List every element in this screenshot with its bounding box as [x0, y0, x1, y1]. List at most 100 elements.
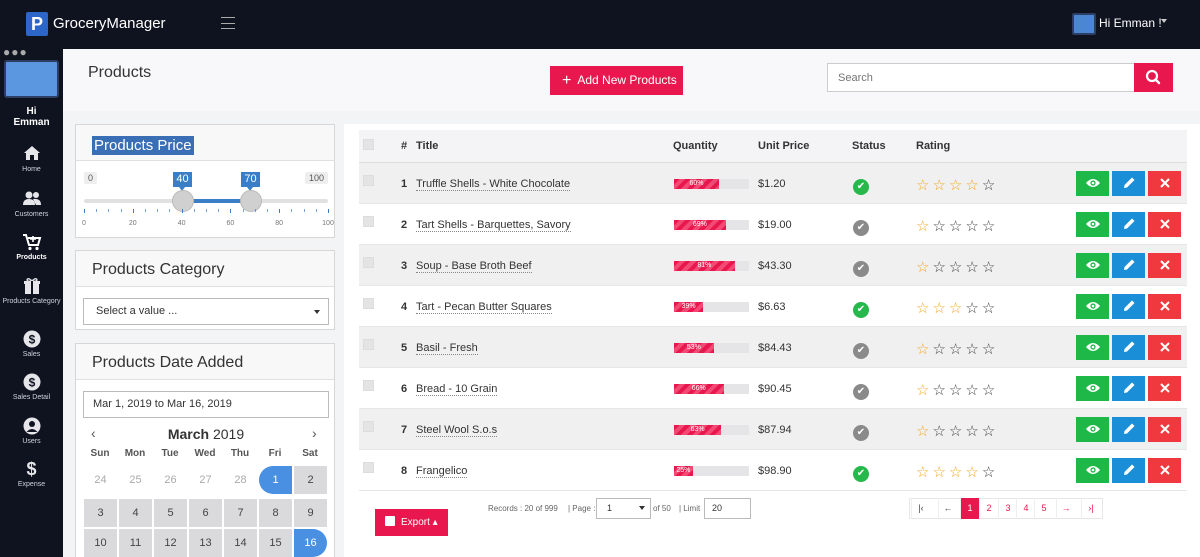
delete-button[interactable] [1148, 252, 1181, 278]
logo-icon[interactable]: P [26, 12, 48, 36]
view-button[interactable] [1076, 170, 1109, 196]
col-header-rating[interactable]: Rating [916, 140, 950, 152]
calendar-day[interactable]: 25 [119, 466, 152, 494]
star-icon[interactable]: ☆ [982, 218, 998, 235]
add-new-products-button[interactable]: + Add New Products [550, 66, 683, 95]
star-icon[interactable]: ☆ [982, 464, 998, 481]
edit-button[interactable] [1112, 293, 1145, 319]
star-icon[interactable]: ☆ [949, 259, 965, 276]
star-icon[interactable]: ☆ [932, 423, 948, 440]
edit-button[interactable] [1112, 457, 1145, 483]
price-slider-track[interactable] [84, 199, 328, 203]
row-title[interactable]: Frangelico [416, 465, 468, 478]
calendar-day[interactable]: 12 [154, 529, 187, 557]
star-icon[interactable]: ☆ [916, 464, 932, 481]
star-icon[interactable]: ☆ [932, 464, 948, 481]
star-icon[interactable]: ☆ [949, 300, 965, 317]
calendar-day[interactable]: 26 [154, 466, 187, 494]
page-button-5[interactable]: 5 [1034, 498, 1053, 519]
calendar-day[interactable]: 1 [259, 466, 292, 494]
row-title[interactable]: Basil - Fresh [416, 342, 478, 355]
delete-button[interactable] [1148, 416, 1181, 442]
view-button[interactable] [1076, 252, 1109, 278]
star-icon[interactable]: ☆ [982, 341, 998, 358]
next-page-button[interactable]: → [1056, 498, 1075, 519]
delete-button[interactable] [1148, 170, 1181, 196]
star-icon[interactable]: ☆ [982, 259, 998, 276]
limit-input[interactable]: 20 [704, 498, 751, 519]
star-icon[interactable]: ☆ [965, 218, 981, 235]
star-icon[interactable]: ☆ [916, 382, 932, 399]
view-button[interactable] [1076, 457, 1109, 483]
edit-button[interactable] [1112, 252, 1145, 278]
sidebar-item-customers[interactable]: Customers [0, 190, 63, 219]
col-header-title[interactable]: Title [416, 140, 438, 152]
page-button-4[interactable]: 4 [1016, 498, 1035, 519]
star-icon[interactable]: ☆ [982, 300, 998, 317]
star-icon[interactable]: ☆ [982, 423, 998, 440]
calendar-day[interactable]: 24 [84, 466, 117, 494]
star-icon[interactable]: ☆ [982, 382, 998, 399]
row-title[interactable]: Truffle Shells - White Chocolate [416, 178, 571, 191]
calendar-day[interactable]: 3 [84, 499, 117, 527]
edit-button[interactable] [1112, 334, 1145, 360]
delete-button[interactable] [1148, 457, 1181, 483]
star-icon[interactable]: ☆ [916, 218, 932, 235]
star-icon[interactable]: ☆ [949, 382, 965, 399]
row-checkbox[interactable] [363, 297, 374, 309]
star-icon[interactable]: ☆ [965, 341, 981, 358]
sidebar-item-sales[interactable]: $ Sales [0, 330, 63, 359]
col-header-quantity[interactable]: Quantity [673, 140, 718, 152]
calendar-day[interactable]: 13 [189, 529, 222, 557]
user-greeting[interactable]: Hi Emman ! [1099, 16, 1162, 30]
calendar-day[interactable]: 11 [119, 529, 152, 557]
star-icon[interactable]: ☆ [965, 382, 981, 399]
calendar-day[interactable]: 10 [84, 529, 117, 557]
row-title[interactable]: Steel Wool S.o.s [416, 424, 498, 437]
page-button-3[interactable]: 3 [998, 498, 1017, 519]
star-icon[interactable]: ☆ [949, 177, 965, 194]
edit-button[interactable] [1112, 375, 1145, 401]
star-icon[interactable]: ☆ [916, 259, 932, 276]
caret-down-icon[interactable] [1161, 19, 1167, 23]
col-header-unit-price[interactable]: Unit Price [758, 140, 809, 152]
sidebar-item-sales-detail[interactable]: $ Sales Detail [0, 373, 63, 402]
delete-button[interactable] [1148, 211, 1181, 237]
row-checkbox[interactable] [363, 338, 374, 350]
sidebar-item-products[interactable]: Products [0, 233, 63, 262]
row-checkbox[interactable] [363, 256, 374, 268]
star-icon[interactable]: ☆ [965, 177, 981, 194]
sidebar-item-expense[interactable]: $ Expense [0, 460, 63, 489]
search-button[interactable] [1134, 63, 1173, 92]
row-checkbox[interactable] [363, 174, 374, 186]
star-icon[interactable]: ☆ [932, 177, 948, 194]
star-icon[interactable]: ☆ [916, 300, 932, 317]
calendar-day[interactable]: 16 [294, 529, 327, 557]
last-page-button[interactable]: ›| [1081, 498, 1100, 519]
avatar[interactable] [1072, 13, 1096, 35]
row-checkbox[interactable] [363, 461, 374, 473]
row-title[interactable]: Soup - Base Broth Beef [416, 260, 532, 273]
page-button-1[interactable]: 1 [960, 498, 979, 519]
star-icon[interactable]: ☆ [949, 464, 965, 481]
date-range-input[interactable]: Mar 1, 2019 to Mar 16, 2019 [83, 391, 329, 418]
select-all-checkbox[interactable] [363, 139, 374, 150]
view-button[interactable] [1076, 416, 1109, 442]
edit-button[interactable] [1112, 416, 1145, 442]
calendar-day[interactable]: 2 [294, 466, 327, 494]
star-icon[interactable]: ☆ [965, 259, 981, 276]
edit-button[interactable] [1112, 170, 1145, 196]
star-icon[interactable]: ☆ [916, 423, 932, 440]
calendar-day[interactable]: 28 [224, 466, 257, 494]
calendar-day[interactable]: 9 [294, 499, 327, 527]
edit-button[interactable] [1112, 211, 1145, 237]
view-button[interactable] [1076, 375, 1109, 401]
export-button[interactable]: Export ▴ [375, 509, 448, 536]
star-icon[interactable]: ☆ [965, 464, 981, 481]
hamburger-menu-icon[interactable] [221, 17, 235, 29]
calendar-day[interactable]: 27 [189, 466, 222, 494]
star-icon[interactable]: ☆ [949, 218, 965, 235]
calendar-day[interactable]: 8 [259, 499, 292, 527]
calendar-day[interactable]: 7 [224, 499, 257, 527]
star-icon[interactable]: ☆ [932, 218, 948, 235]
